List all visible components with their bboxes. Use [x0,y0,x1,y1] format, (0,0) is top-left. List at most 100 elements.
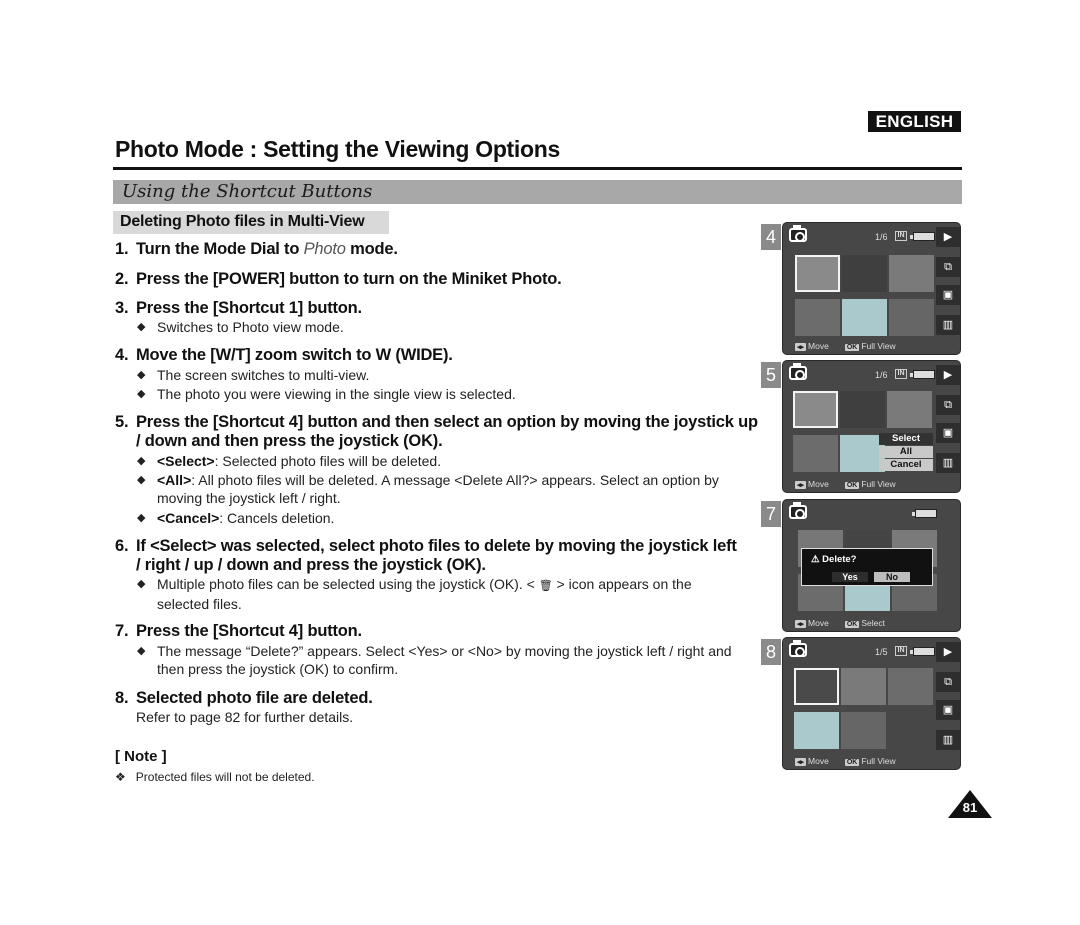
thumbnail[interactable] [793,435,838,472]
play-icon[interactable]: ▶ [936,365,960,385]
camera-icon [789,640,807,657]
screen-step-number: 7 [761,501,781,527]
title-divider [113,167,962,170]
page-number: 81 [962,800,978,815]
step-5-bullet: ◆ <Select>: Selected photo files will be… [137,453,442,469]
menu-item-cancel[interactable]: Cancel [879,459,933,471]
lock-icon[interactable]: ▣ [936,700,960,720]
diamond-bullet-icon: ◆ [137,645,146,657]
subsection-title: Deleting Photo files in Multi-View [120,213,365,230]
thumbnail[interactable] [888,668,933,705]
step-3: 3. Press the [Shortcut 1] button. [115,299,362,317]
camera-icon [789,225,807,242]
step-8-detail: Refer to page 82 for further details. [136,709,354,725]
thumbnail[interactable] [842,255,887,292]
thumbnail[interactable] [841,668,886,705]
thumbnail[interactable] [887,391,932,428]
trash-icon[interactable]: ▥ [936,453,960,473]
section-header: Using the Shortcut Buttons [113,180,962,204]
menu-item-all[interactable]: All [879,446,933,458]
no-button[interactable]: No [874,572,910,582]
step-3-bullet: ◆ Switches to Photo view mode. [137,319,344,335]
camera-screen-delete-confirm: ⚠ Delete? Yes No ◂▸ Move OK Select [782,499,961,632]
battery-icon [910,232,935,241]
step-4: 4. Move the [W/T] zoom switch to W (WIDE… [115,346,453,364]
camera-screen-multiview: 1/6 IN ▶ ⧉ ▣ ▥ ◂▸ Move OK Full View [782,222,961,355]
warning-icon: ⚠ [811,554,820,565]
page-title: Photo Mode : Setting the Viewing Options [115,136,561,162]
diamond-bullet-icon: ◆ [137,474,146,486]
note-heading: [ Note ] [115,748,167,765]
step-7-bullet: ◆ The message “Delete?” appears. Select … [137,643,732,677]
lock-icon[interactable]: ▣ [936,423,960,443]
step-5-bullet: ◆ <Cancel>: Cancels deletion. [137,510,335,526]
thumbnail[interactable] [842,299,887,336]
joystick-icon: ◂▸ [795,758,807,766]
thumbnail[interactable] [795,299,840,336]
screen-step-number: 5 [761,362,781,388]
joystick-icon: ◂▸ [795,620,807,628]
camera-icon [789,363,807,380]
internal-memory-icon: IN [895,646,907,656]
ok-key-icon: OK [844,482,860,489]
diamond-bullet-icon: ◆ [137,321,146,333]
screen-footer: ◂▸ Move OK Full View [795,479,896,489]
thumbnail-selected[interactable] [793,391,838,428]
battery-icon [912,509,937,518]
diamond-bullet-icon: ◆ [137,578,146,590]
camera-screen-after-delete: 1/5 IN ▶ ⧉ ▣ ▥ ◂▸ Move OK Full View [782,637,961,770]
thumbnail-selected[interactable] [794,668,839,705]
camera-screen-delete-menu: 1/6 IN ▶ ⧉ ▣ ▥ Select All Cancel ◂▸ Move O… [782,360,961,493]
thumbnail-selected[interactable] [795,255,840,292]
diamond-bullet-icon: ◆ [137,455,146,467]
camera-icon [789,502,807,519]
photo-counter: 1/6 [875,370,888,380]
screen-step-number: 4 [761,224,781,250]
step-5: 5. Press the [Shortcut 4] button and the… [115,413,758,450]
trash-icon: 🗑 [538,580,553,592]
battery-icon [910,647,935,656]
screen-footer: ◂▸ Move OK Select [795,618,885,628]
ok-key-icon: OK [844,621,860,628]
thumbnail[interactable] [841,712,886,749]
step-2: 2. Press the [POWER] button to turn on t… [115,270,562,288]
lock-icon[interactable]: ▣ [936,285,960,305]
menu-item-select[interactable]: Select [879,433,933,445]
play-icon[interactable]: ▶ [936,227,960,247]
screen-footer: ◂▸ Move OK Full View [795,756,896,766]
note-item: ❖ Protected files will not be deleted. [115,770,315,784]
step-6-bullet: ◆ Multiple photo files can be selected u… [137,576,692,612]
diamond-bullet-icon: ◆ [137,512,146,524]
section-title: Using the Shortcut Buttons [122,181,373,202]
screen-footer: ◂▸ Move OK Full View [795,341,896,351]
thumbnail[interactable] [794,712,839,749]
delete-confirm-dialog: ⚠ Delete? Yes No [801,548,933,586]
yes-button[interactable]: Yes [832,572,868,582]
step-5-bullet: ◆ <All>: All photo files will be deleted… [137,472,719,506]
cross-bullet-icon: ❖ [115,770,126,784]
step-4-bullet: ◆ The photo you were viewing in the sing… [137,386,516,402]
thumbnail[interactable] [840,391,885,428]
ok-key-icon: OK [844,344,860,351]
diamond-bullet-icon: ◆ [137,369,146,381]
slideshow-icon[interactable]: ⧉ [936,672,960,692]
step-1: 1. Turn the Mode Dial to Photo mode. [115,240,398,258]
trash-icon[interactable]: ▥ [936,730,960,750]
slideshow-icon[interactable]: ⧉ [936,395,960,415]
ok-key-icon: OK [844,759,860,766]
joystick-icon: ◂▸ [795,481,807,489]
slideshow-icon[interactable]: ⧉ [936,257,960,277]
trash-icon[interactable]: ▥ [936,315,960,335]
step-6: 6. If <Select> was selected, select phot… [115,537,737,574]
photo-counter: 1/6 [875,232,888,242]
mode-name: Photo [303,240,346,258]
play-icon[interactable]: ▶ [936,642,960,662]
language-badge: ENGLISH [868,111,961,132]
thumbnail[interactable] [889,299,934,336]
thumbnail[interactable] [889,255,934,292]
joystick-icon: ◂▸ [795,343,807,351]
battery-icon [910,370,935,379]
diamond-bullet-icon: ◆ [137,388,146,400]
step-4-bullet: ◆ The screen switches to multi-view. [137,367,370,383]
internal-memory-icon: IN [895,231,907,241]
